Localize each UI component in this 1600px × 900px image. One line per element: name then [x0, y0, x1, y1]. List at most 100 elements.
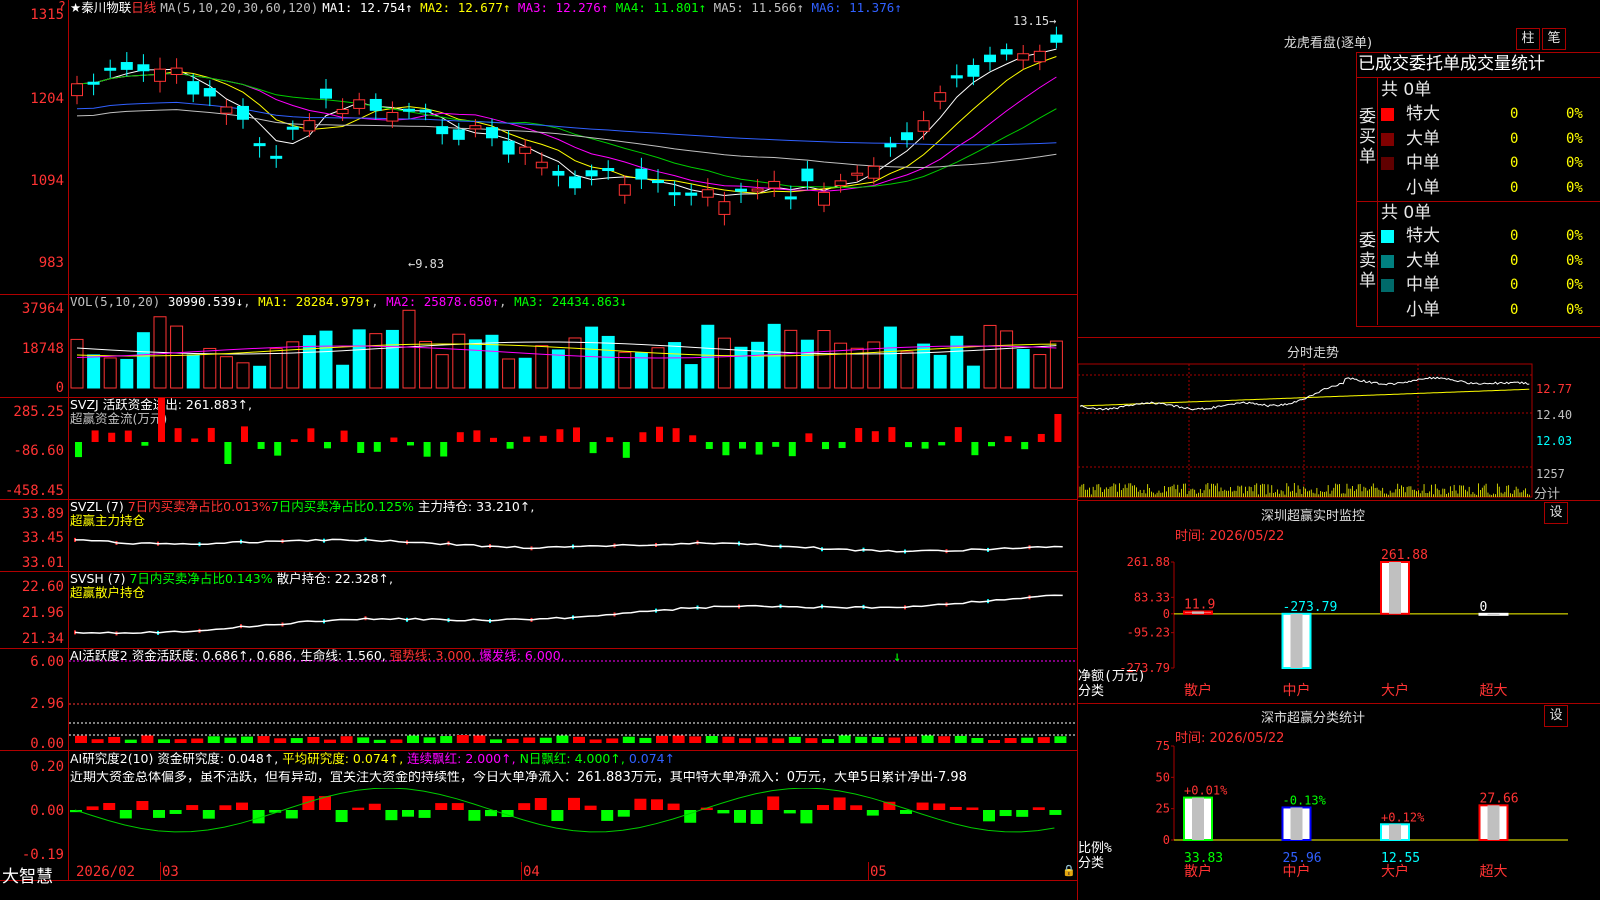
value-label: 0 [1480, 600, 1488, 615]
change-label: -0.13% [1283, 793, 1327, 807]
bar-highlight [1290, 613, 1303, 668]
candlestick-chart[interactable] [69, 14, 1077, 294]
unit-label: 比例% [1078, 841, 1112, 856]
research-bar [767, 796, 780, 810]
candle [718, 201, 731, 215]
tick-mode-button[interactable]: 笔 [1542, 28, 1566, 50]
activity-chart[interactable]: ↓ [69, 649, 1077, 750]
y-tick-label: 25 [1156, 802, 1170, 816]
volume-bar [103, 357, 117, 389]
monitor-settings-button[interactable]: 设 [1544, 502, 1568, 524]
volume-chart[interactable] [69, 308, 1077, 390]
ai2-t1: 资金研究度: 0.048↑, [157, 751, 279, 766]
activity-bar [905, 736, 917, 743]
ma-value: MA6: 11.376↑ [803, 0, 902, 15]
bar-mode-button[interactable]: 柱 [1516, 28, 1540, 50]
volume-bar [319, 330, 333, 389]
activity-bar [158, 739, 170, 743]
intraday-price-line [1079, 376, 1530, 411]
flow-bar [523, 436, 531, 442]
price-tick: 1315 [30, 7, 64, 23]
activity-bar [407, 735, 419, 743]
volume-bar [751, 341, 765, 389]
research-bar [717, 810, 730, 814]
retail-holding-chart[interactable] [69, 572, 1077, 648]
net-amount-bar-chart[interactable]: 261.8883.330-95.23-273.7911.9散户-273.79中户… [1078, 540, 1600, 702]
monitor-title: 深圳超赢实时监控 [1260, 509, 1365, 524]
volume-bar [402, 309, 416, 389]
holding-line [75, 538, 1063, 553]
question-icon[interactable]: ? [58, 0, 66, 15]
order-count: 0 [1510, 130, 1519, 147]
volume-bar [784, 329, 798, 389]
intraday-frame [1078, 363, 1533, 498]
research-bar [999, 810, 1012, 817]
volume-bar [253, 365, 267, 389]
research-bar [651, 799, 663, 810]
price-header: ★秦川物联日线 MA(5,10,20,30,60,120) MA1: 12.75… [70, 1, 902, 15]
category-bar [1281, 612, 1312, 670]
svsh-tick: 21.34 [21, 631, 64, 647]
activity-bar [606, 738, 619, 743]
y-tick-label: 0 [1163, 607, 1170, 621]
research-bar [352, 807, 365, 810]
longhu-tabs[interactable]: 已成交委托单成交量统计 [1358, 52, 1545, 76]
candle [386, 111, 399, 122]
research-bar [817, 805, 829, 810]
order-count: 0 [1510, 155, 1519, 171]
main-holding-chart[interactable] [69, 500, 1077, 571]
stock-name[interactable]: ★秦川物联 [70, 0, 131, 15]
activity-bar [473, 735, 486, 743]
order-count: 0 [1510, 277, 1519, 293]
research-bar [169, 810, 182, 814]
research-chart[interactable] [69, 788, 1077, 880]
price-tick: 1094 [30, 173, 64, 189]
activity-bar [822, 739, 834, 743]
order-percent: 0% [1566, 252, 1583, 269]
volume-bar [87, 354, 101, 389]
category-axis-label: 分类 [1078, 856, 1104, 871]
fund-flow-chart[interactable] [69, 398, 1077, 498]
candle [452, 129, 465, 140]
lock-icon[interactable]: 🔒 [1062, 864, 1076, 877]
activity-bar [871, 736, 884, 743]
research-bar [800, 810, 813, 824]
research-bar [966, 807, 979, 810]
order-count: 0 [1510, 106, 1519, 122]
research-bar [916, 802, 929, 810]
order-count: 0 [1510, 252, 1519, 269]
flow-bar [573, 427, 580, 442]
ratio-bar-chart[interactable]: 755025033.83+0.01%散户25.96-0.13%中户12.55+0… [1078, 740, 1600, 900]
ai2-t2: 平均研究度: 0.074↑, [282, 751, 404, 766]
volume-bar [1033, 354, 1047, 389]
research-bar [750, 810, 763, 824]
period-label[interactable]: 日线 [131, 0, 156, 15]
category-bar [1183, 796, 1213, 841]
y-tick-label: 83.33 [1134, 590, 1170, 604]
vol-tick: 0 [55, 380, 64, 396]
svsh-tick: 21.96 [21, 605, 64, 621]
ma-line [76, 56, 1057, 194]
main-chart-area[interactable]: 1315 1204 1094 983 37964 18748 0 285.25 … [0, 0, 1078, 900]
activity-bar [556, 735, 569, 743]
research-bar [1049, 810, 1062, 815]
research-bar [601, 810, 614, 821]
volume-bar [236, 362, 250, 389]
activity-bar [639, 737, 652, 743]
candle [967, 64, 980, 77]
brand-logo[interactable]: 大智慧 [2, 862, 53, 887]
candle [901, 132, 913, 141]
candle [519, 146, 532, 154]
ai1-tick: 0.00 [30, 736, 64, 752]
intraday-chart[interactable] [1078, 362, 1600, 500]
change-label: +0.01% [1184, 784, 1228, 798]
candle [1050, 34, 1063, 43]
flow-bar [456, 432, 464, 442]
research-bar [468, 810, 481, 821]
classify-settings-button[interactable]: 设 [1544, 705, 1568, 727]
ai2-header: AI研究度2(10) 资金研究度: 0.048↑, 平均研究度: 0.074↑,… [70, 752, 675, 766]
volume-bar [369, 333, 383, 389]
volume-bar [917, 343, 931, 389]
bar-highlight [1192, 797, 1204, 840]
order-percent: 0% [1566, 130, 1583, 147]
